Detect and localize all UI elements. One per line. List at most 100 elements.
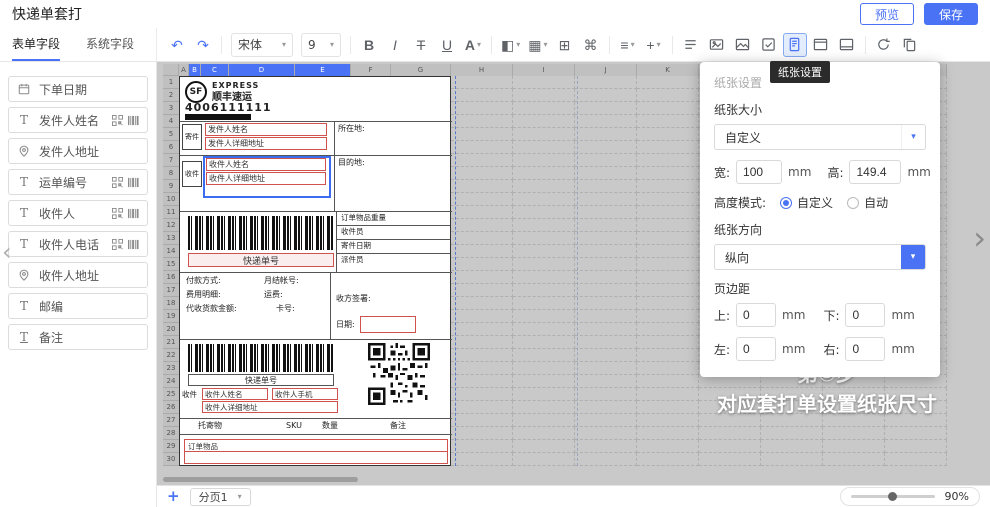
grid-cell[interactable]	[451, 232, 513, 245]
grid-cell[interactable]	[637, 362, 699, 375]
grid-cell[interactable]	[451, 180, 513, 193]
grid-row-header[interactable]: 26	[163, 401, 179, 414]
grid-col-header[interactable]: F	[351, 64, 391, 76]
grid-cell[interactable]	[575, 232, 637, 245]
grid-cell[interactable]	[513, 141, 575, 154]
save-button[interactable]: 保存	[924, 3, 978, 25]
qrcode-icon[interactable]	[112, 115, 123, 126]
grid-cell[interactable]	[575, 76, 637, 89]
grid-cell[interactable]	[451, 115, 513, 128]
recipient-name-field[interactable]: 收件人姓名	[206, 158, 326, 171]
grid-col-header[interactable]: C	[201, 64, 229, 76]
field-item-waybill-no[interactable]: T 运单编号	[8, 169, 148, 195]
grid-cell[interactable]	[637, 219, 699, 232]
align-button[interactable]: ≡▾	[616, 33, 640, 57]
barcode-icon[interactable]	[128, 208, 139, 219]
grid-cell[interactable]	[823, 453, 885, 466]
paper-settings-button[interactable]	[783, 33, 807, 57]
barcode-icon[interactable]	[128, 177, 139, 188]
field-item-recipient[interactable]: T 收件人	[8, 200, 148, 226]
grid-cell[interactable]	[885, 427, 947, 440]
field-item-remark[interactable]: T 备注	[8, 324, 148, 350]
recipient2-name-field[interactable]: 收件人姓名	[202, 388, 268, 400]
grid-cell[interactable]	[575, 154, 637, 167]
grid-cell[interactable]	[637, 232, 699, 245]
grid-cell[interactable]	[575, 193, 637, 206]
grid-cell[interactable]	[575, 89, 637, 102]
italic-button[interactable]: I	[383, 33, 407, 57]
grid-cell[interactable]	[699, 427, 761, 440]
grid-row-header[interactable]: 16	[163, 271, 179, 284]
grid-row-header[interactable]: 27	[163, 414, 179, 427]
grid-cell[interactable]	[451, 297, 513, 310]
grid-cell[interactable]	[575, 115, 637, 128]
grid-cell[interactable]	[637, 271, 699, 284]
tab-form-fields[interactable]: 表单字段	[12, 28, 60, 61]
grid-row-header[interactable]: 20	[163, 323, 179, 336]
tab-system-fields[interactable]: 系统字段	[86, 28, 134, 61]
grid-cell[interactable]	[575, 349, 637, 362]
grid-col-header[interactable]: K	[637, 64, 699, 76]
barcode-icon[interactable]	[128, 239, 139, 250]
grid-cell[interactable]	[513, 193, 575, 206]
grid-cell[interactable]	[513, 115, 575, 128]
grid-row-header[interactable]: 17	[163, 284, 179, 297]
clear-format-button[interactable]: ⌘	[579, 33, 603, 57]
paper-direction-select[interactable]: 纵向 ▾	[714, 244, 926, 270]
zoom-slider-thumb[interactable]	[888, 492, 897, 501]
grid-cell[interactable]	[575, 440, 637, 453]
grid-cell[interactable]	[513, 206, 575, 219]
grid-cell[interactable]	[637, 297, 699, 310]
grid-cell[interactable]	[575, 284, 637, 297]
grid-cell[interactable]	[637, 440, 699, 453]
grid-cell[interactable]	[885, 440, 947, 453]
waybill-number-2[interactable]: 快递单号	[188, 374, 334, 386]
grid-cell[interactable]	[513, 310, 575, 323]
grid-cell[interactable]	[575, 258, 637, 271]
recipient2-address-field[interactable]: 收件人详细地址	[202, 401, 338, 413]
grid-cell[interactable]	[513, 414, 575, 427]
grid-cell[interactable]	[451, 76, 513, 89]
grid-cell[interactable]	[451, 271, 513, 284]
paper-height-input[interactable]	[849, 160, 901, 184]
grid-cell[interactable]	[451, 388, 513, 401]
insert-picture-frame-button[interactable]	[731, 33, 755, 57]
waybill-barcode-2[interactable]	[188, 344, 334, 372]
grid-row-header[interactable]: 12	[163, 219, 179, 232]
grid-row-header[interactable]: 18	[163, 297, 179, 310]
grid-cell[interactable]	[637, 193, 699, 206]
grid-cell[interactable]	[451, 284, 513, 297]
field-item-recipient-address[interactable]: 收件人地址	[8, 262, 148, 288]
paper-width-input[interactable]	[736, 160, 782, 184]
grid-cell[interactable]	[451, 427, 513, 440]
grid-cell[interactable]	[451, 89, 513, 102]
margin-right-input[interactable]	[845, 337, 885, 361]
font-size-select[interactable]: 9 ▾	[301, 33, 341, 57]
grid-row-header[interactable]: 9	[163, 180, 179, 193]
grid-cell[interactable]	[575, 141, 637, 154]
fill-color-button[interactable]: ◧▾	[498, 33, 523, 57]
grid-cell[interactable]	[513, 453, 575, 466]
strikethrough-button[interactable]: T	[409, 33, 433, 57]
grid-cell[interactable]	[575, 167, 637, 180]
grid-cell[interactable]	[513, 284, 575, 297]
grid-cell[interactable]	[575, 453, 637, 466]
grid-cell[interactable]	[637, 206, 699, 219]
qrcode-icon[interactable]	[112, 239, 123, 250]
grid-cell[interactable]	[761, 440, 823, 453]
field-item-recipient-phone[interactable]: T 收件人电话	[8, 231, 148, 257]
grid-cell[interactable]	[637, 128, 699, 141]
grid-cell[interactable]	[451, 440, 513, 453]
grid-cell[interactable]	[575, 180, 637, 193]
grid-cell[interactable]	[513, 375, 575, 388]
recipient-address-field[interactable]: 收件人详细地址	[206, 172, 326, 185]
grid-row-header[interactable]: 29	[163, 440, 179, 453]
font-family-select[interactable]: 宋体 ▾	[231, 33, 293, 57]
scroll-right-chevron-icon[interactable]: ›	[973, 222, 986, 254]
paper-size-select[interactable]: 自定义 ▾	[714, 124, 926, 150]
add-page-button[interactable]: +	[167, 489, 180, 504]
grid-row-header[interactable]: 25	[163, 388, 179, 401]
field-item-sender-address[interactable]: 发件人地址	[8, 138, 148, 164]
grid-cell[interactable]	[451, 102, 513, 115]
scroll-left-chevron-icon[interactable]: ‹	[2, 240, 12, 264]
